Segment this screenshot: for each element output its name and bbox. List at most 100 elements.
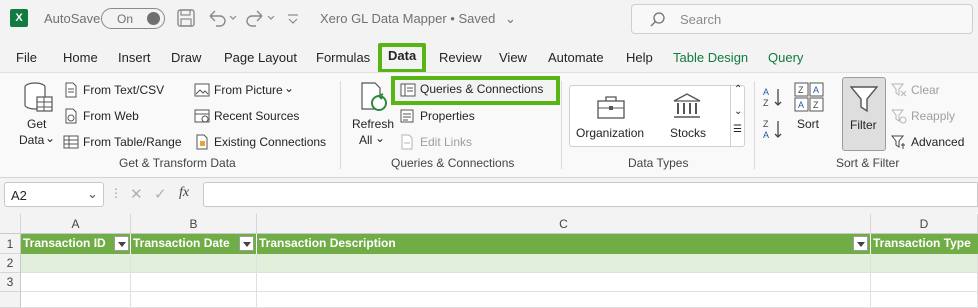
tab-home[interactable]: Home bbox=[63, 45, 98, 71]
header-transaction-id: Transaction ID bbox=[23, 236, 106, 250]
cell-a3[interactable] bbox=[21, 273, 131, 292]
refresh-icon bbox=[361, 82, 387, 111]
svg-text:Z: Z bbox=[798, 85, 804, 95]
cell-c4[interactable] bbox=[257, 292, 871, 308]
edit-links-icon bbox=[401, 134, 413, 150]
briefcase-icon bbox=[597, 96, 625, 119]
group-divider bbox=[754, 81, 755, 169]
tab-page-layout[interactable]: Page Layout bbox=[224, 45, 297, 71]
queries-connections-button[interactable]: Queries & Connections bbox=[391, 76, 560, 105]
queries-connections-label: Queries & Connections bbox=[420, 82, 544, 96]
reapply-label: Reapply bbox=[911, 109, 956, 123]
table-header-cell[interactable]: Transaction Type bbox=[871, 234, 978, 254]
tab-file[interactable]: File bbox=[16, 45, 37, 71]
cell-b3[interactable] bbox=[131, 273, 257, 292]
toggle-knob bbox=[147, 12, 160, 25]
cell-d3[interactable] bbox=[871, 273, 978, 292]
svg-text:A: A bbox=[763, 130, 769, 140]
tab-automate[interactable]: Automate bbox=[548, 45, 604, 71]
organization-label: Organization bbox=[576, 126, 645, 140]
chevron-down-icon[interactable]: ⌄ bbox=[734, 106, 742, 117]
table-header-cell[interactable]: Transaction ID bbox=[21, 234, 131, 254]
tab-formulas[interactable]: Formulas bbox=[316, 45, 370, 71]
undo-icon[interactable] bbox=[206, 8, 238, 30]
enter-icon[interactable]: ✓ bbox=[154, 185, 167, 203]
cancel-icon[interactable]: ✕ bbox=[130, 185, 143, 203]
get-data-label-1: Get bbox=[27, 117, 47, 131]
tab-review[interactable]: Review bbox=[439, 45, 482, 71]
cell-c2[interactable] bbox=[257, 254, 871, 273]
recent-sources-icon bbox=[194, 109, 210, 123]
table-header-cell[interactable]: Transaction Description bbox=[257, 234, 871, 254]
existing-connections-icon bbox=[196, 134, 208, 150]
gallery-scroll[interactable]: ⌃ ⌄ ☰ bbox=[730, 84, 744, 146]
cell-d4[interactable] bbox=[871, 292, 978, 308]
cell-a4[interactable] bbox=[21, 292, 131, 308]
filter-dropdown-icon[interactable] bbox=[114, 236, 129, 251]
formula-input[interactable] bbox=[203, 182, 978, 207]
row-header-3[interactable]: 3 bbox=[0, 273, 21, 292]
column-header-c[interactable]: C bbox=[257, 214, 871, 234]
cell-c3[interactable] bbox=[257, 273, 871, 292]
document-title-text: Xero GL Data Mapper • Saved bbox=[320, 11, 496, 26]
filter-dropdown-icon[interactable] bbox=[853, 236, 868, 251]
table-header-cell[interactable]: Transaction Date bbox=[131, 234, 257, 254]
row-header-1[interactable]: 1 bbox=[0, 234, 21, 254]
reapply-icon bbox=[891, 109, 907, 124]
save-icon[interactable] bbox=[176, 8, 196, 30]
picture-icon bbox=[194, 83, 210, 97]
bank-icon bbox=[673, 93, 701, 118]
row-header-2[interactable]: 2 bbox=[0, 254, 21, 273]
svg-text:Z: Z bbox=[813, 100, 819, 110]
tab-help[interactable]: Help bbox=[626, 45, 653, 71]
column-header-a[interactable]: A bbox=[21, 214, 131, 234]
web-page-icon bbox=[65, 108, 77, 124]
from-web-label: From Web bbox=[83, 109, 139, 123]
queries-pane-icon bbox=[400, 83, 416, 97]
from-text-csv-label: From Text/CSV bbox=[83, 83, 165, 97]
chevron-down-icon: ⌄ bbox=[284, 81, 295, 95]
chevron-down-icon: ⌄ bbox=[375, 131, 386, 145]
svg-text:A: A bbox=[798, 100, 804, 110]
cell-a2[interactable] bbox=[21, 254, 131, 273]
name-box[interactable]: A2 ⌄ bbox=[4, 182, 104, 207]
chevron-down-icon: ⌄ bbox=[87, 186, 98, 201]
tab-query[interactable]: Query bbox=[768, 45, 803, 71]
group-divider bbox=[561, 81, 562, 169]
select-all-corner[interactable] bbox=[0, 214, 21, 234]
tab-table-design[interactable]: Table Design bbox=[673, 45, 748, 71]
properties-label: Properties bbox=[420, 109, 475, 123]
edit-links-label: Edit Links bbox=[420, 135, 473, 149]
refresh-label-2: All bbox=[359, 133, 373, 147]
cell-b2[interactable] bbox=[131, 254, 257, 273]
column-header-b[interactable]: B bbox=[131, 214, 257, 234]
more-icon[interactable]: ☰ bbox=[733, 124, 742, 135]
get-transform-group-label: Get & Transform Data bbox=[119, 156, 236, 170]
group-divider bbox=[340, 81, 341, 169]
search-box[interactable]: Search bbox=[631, 4, 973, 34]
worksheet-grid[interactable]: A B C D 1 2 3 Transaction ID Transaction… bbox=[0, 214, 978, 308]
chevron-up-icon[interactable]: ⌃ bbox=[734, 84, 742, 95]
row-header-4[interactable] bbox=[0, 292, 21, 308]
formula-buttons: ✕ ✓ fx bbox=[120, 182, 200, 207]
filter-dropdown-icon[interactable] bbox=[239, 236, 254, 251]
customize-icon[interactable] bbox=[286, 8, 300, 30]
tab-view[interactable]: View bbox=[499, 45, 527, 71]
funnel-icon bbox=[849, 86, 879, 113]
tab-draw[interactable]: Draw bbox=[171, 45, 201, 71]
search-placeholder: Search bbox=[680, 12, 722, 27]
insert-function-button[interactable]: fx bbox=[179, 185, 189, 201]
formula-bar: A2 ⌄ ⋮ ✕ ✓ fx bbox=[0, 178, 978, 210]
cell-b4[interactable] bbox=[131, 292, 257, 308]
tab-insert[interactable]: Insert bbox=[118, 45, 151, 71]
data-types-group-label: Data Types bbox=[628, 156, 689, 170]
document-title[interactable]: Xero GL Data Mapper • Saved ⌄ bbox=[320, 11, 516, 27]
tab-data[interactable]: Data bbox=[378, 43, 427, 73]
sort-za-icon: ZA bbox=[763, 119, 782, 140]
sort-label: Sort bbox=[797, 117, 820, 131]
column-header-d[interactable]: D bbox=[871, 214, 978, 234]
autosave-toggle[interactable]: On bbox=[101, 8, 165, 29]
filter-button[interactable]: Filter bbox=[842, 77, 886, 151]
ribbon: Get Data ⌄ From Text/CSV From Web From T… bbox=[0, 72, 978, 178]
redo-icon[interactable] bbox=[246, 8, 278, 30]
